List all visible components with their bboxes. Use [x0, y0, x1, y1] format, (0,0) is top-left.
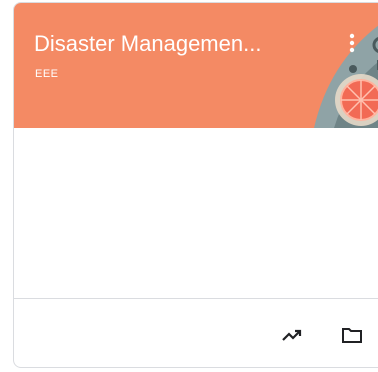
open-folder-button[interactable]	[336, 319, 368, 351]
more-options-button[interactable]	[340, 27, 364, 59]
class-card-banner[interactable]: Disaster Managemen... EEE	[14, 3, 378, 128]
more-vert-icon	[349, 33, 355, 53]
class-card[interactable]: Disaster Managemen... EEE	[13, 2, 378, 368]
class-card-footer	[14, 299, 378, 367]
open-analytics-button[interactable]	[276, 319, 308, 351]
class-section: EEE	[35, 68, 59, 80]
banner-illustration	[314, 25, 378, 128]
trending-up-icon	[282, 329, 302, 341]
folder-icon	[342, 328, 362, 343]
class-card-body	[14, 128, 378, 298]
class-title[interactable]: Disaster Managemen...	[34, 30, 324, 58]
